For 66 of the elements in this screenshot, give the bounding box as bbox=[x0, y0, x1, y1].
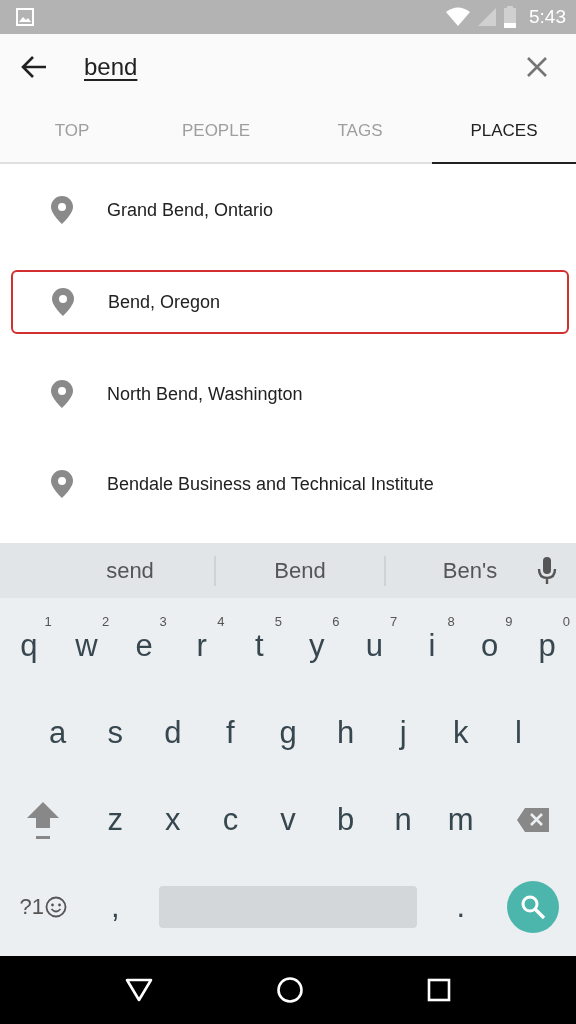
place-item[interactable]: Bend, Oregon bbox=[11, 270, 569, 334]
key[interactable]: . bbox=[450, 884, 472, 929]
key[interactable]: k bbox=[447, 710, 475, 755]
back-arrow-icon[interactable] bbox=[21, 55, 47, 79]
key[interactable]: d bbox=[158, 710, 188, 755]
home-circle-icon[interactable] bbox=[276, 976, 304, 1004]
place-item[interactable]: Bendale Business and Technical Institute bbox=[0, 439, 568, 529]
key[interactable]: i bbox=[422, 623, 442, 668]
key[interactable]: l bbox=[508, 710, 528, 755]
key-hint: 0 bbox=[562, 614, 570, 629]
key[interactable]: r bbox=[190, 623, 213, 668]
key[interactable]: u bbox=[359, 623, 389, 668]
microphone-icon[interactable] bbox=[537, 557, 557, 585]
key[interactable]: c bbox=[216, 797, 245, 842]
suggestion[interactable]: send bbox=[60, 557, 200, 584]
location-pin-icon bbox=[51, 380, 73, 408]
tab[interactable]: PLACES bbox=[432, 100, 576, 164]
key[interactable]: t bbox=[248, 623, 270, 668]
key[interactable]: f bbox=[220, 710, 241, 755]
key-hint: 6 bbox=[332, 614, 340, 629]
close-icon[interactable] bbox=[526, 56, 548, 78]
key-hint: 8 bbox=[447, 614, 455, 629]
key[interactable]: p bbox=[532, 623, 562, 668]
shift-icon[interactable] bbox=[26, 799, 61, 840]
key[interactable]: v bbox=[274, 797, 302, 842]
key[interactable]: q bbox=[14, 623, 44, 668]
key[interactable]: h bbox=[330, 710, 361, 755]
status-time: 5:43 bbox=[529, 6, 566, 28]
key[interactable]: , bbox=[104, 884, 126, 929]
back-triangle-icon[interactable] bbox=[125, 978, 154, 1002]
suggestion[interactable]: Ben's bbox=[400, 557, 540, 584]
key[interactable]: b bbox=[330, 797, 361, 842]
key-hint: 3 bbox=[159, 614, 167, 629]
wifi-icon bbox=[445, 7, 471, 27]
battery-icon bbox=[503, 6, 517, 28]
search-field[interactable]: bend bbox=[84, 53, 526, 81]
key[interactable]: y bbox=[303, 623, 331, 668]
key[interactable]: j bbox=[393, 710, 413, 755]
location-pin-icon bbox=[51, 196, 73, 224]
key-hint: 5 bbox=[274, 614, 282, 629]
key-hint: 7 bbox=[389, 614, 398, 629]
key[interactable]: z bbox=[101, 797, 129, 842]
key-hint: 2 bbox=[102, 614, 110, 629]
key-hint: 4 bbox=[217, 614, 225, 629]
key[interactable]: g bbox=[273, 710, 303, 755]
key-hint: 1 bbox=[44, 614, 52, 629]
signal-icon bbox=[477, 7, 497, 27]
image-icon bbox=[16, 8, 34, 26]
location-pin-icon bbox=[52, 288, 74, 316]
place-item[interactable]: North Bend, Washington bbox=[0, 349, 568, 439]
key[interactable]: o bbox=[474, 623, 505, 668]
search-icon bbox=[519, 893, 546, 920]
recents-square-icon[interactable] bbox=[426, 978, 451, 1002]
backspace-icon[interactable] bbox=[515, 806, 550, 833]
location-pin-icon bbox=[51, 470, 73, 498]
key[interactable]: a bbox=[43, 710, 73, 755]
key[interactable]: s bbox=[101, 710, 129, 755]
suggestion[interactable]: Bend bbox=[230, 557, 370, 584]
key[interactable]: x bbox=[159, 797, 187, 842]
key-hint: 9 bbox=[505, 614, 513, 629]
key[interactable]: m bbox=[441, 797, 480, 842]
key[interactable]: e bbox=[129, 623, 159, 668]
symbols-key[interactable]: ?1 bbox=[15, 889, 71, 924]
smiley-icon bbox=[44, 895, 67, 918]
place-item[interactable]: Grand Bend, Ontario bbox=[0, 165, 568, 255]
key[interactable]: n bbox=[388, 797, 418, 842]
